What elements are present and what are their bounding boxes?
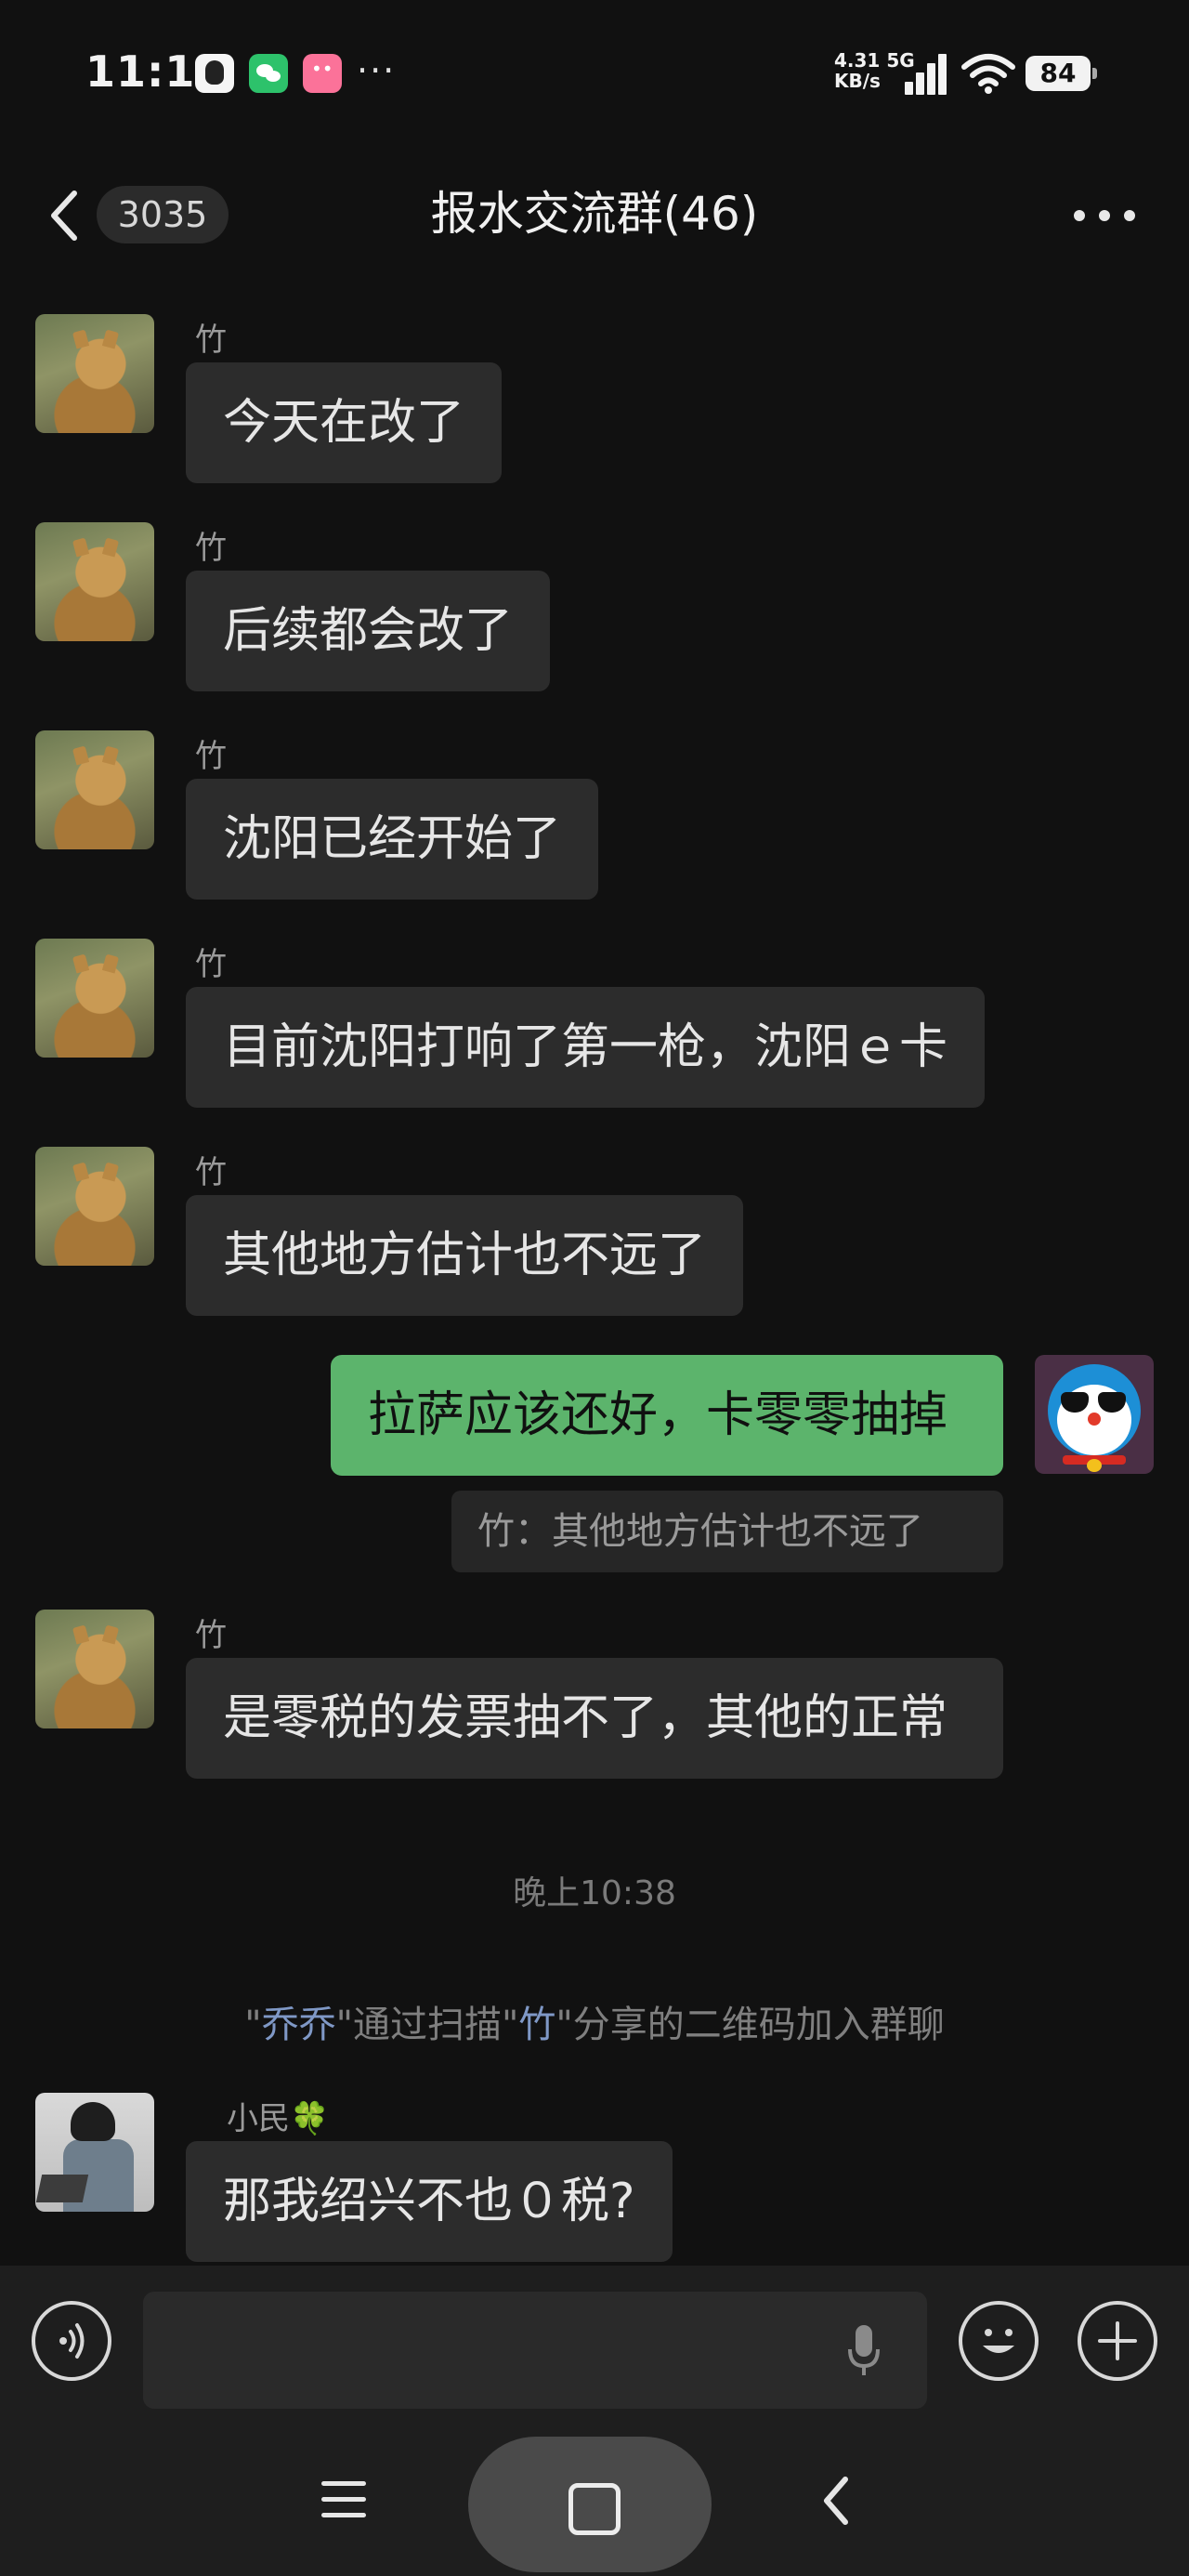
sender-avatar[interactable] xyxy=(35,2093,154,2212)
system-navigation-bar xyxy=(0,2418,1189,2576)
more-actions-button[interactable] xyxy=(1078,2301,1157,2381)
home-button[interactable] xyxy=(468,2437,712,2572)
message-bubble[interactable]: 其他地方估计也不远了 xyxy=(186,1195,744,1316)
emoji-button[interactable] xyxy=(959,2301,1039,2381)
voice-mode-button[interactable] xyxy=(32,2301,111,2381)
battery-indicator: 84 xyxy=(1026,56,1097,91)
joined-user-link[interactable]: 乔乔 xyxy=(262,2004,336,2046)
back-arrow-icon[interactable] xyxy=(45,188,82,243)
message-bubble[interactable]: 今天在改了 xyxy=(186,362,503,483)
sender-avatar[interactable] xyxy=(35,314,154,433)
wifi-icon xyxy=(961,54,1015,94)
chat-title: 报水交流群(46) xyxy=(430,187,759,241)
sender-avatar[interactable] xyxy=(35,730,154,849)
input-bar xyxy=(0,2266,1189,2418)
sharer-user-link[interactable]: 竹 xyxy=(518,2004,555,2046)
sender-name: 竹 xyxy=(195,530,227,567)
own-avatar[interactable] xyxy=(1035,1355,1154,1474)
more-notifications-icon: ··· xyxy=(357,50,397,91)
more-options-icon[interactable] xyxy=(1074,210,1135,223)
notice-text: "通过扫描" xyxy=(335,2004,519,2046)
notice-quote: " xyxy=(244,2004,262,2046)
cellular-signal-icon xyxy=(903,54,949,95)
sender-name: 竹 xyxy=(195,1154,227,1191)
message-bubble[interactable]: 那我绍兴不也０税? xyxy=(186,2141,673,2262)
chat-header: 3035 报水交流群(46) xyxy=(0,158,1189,269)
wechat-notification-icon xyxy=(249,54,288,93)
message-bubble[interactable]: 拉萨应该还好，卡零零抽掉 xyxy=(331,1355,1003,1476)
network-speed-unit: KB/s xyxy=(834,70,881,92)
sender-name: 小民🍀 xyxy=(227,2100,330,2137)
quoted-reply[interactable]: 竹：其他地方估计也不远了 xyxy=(451,1491,1003,1572)
sender-avatar[interactable] xyxy=(35,1147,154,1266)
plus-icon xyxy=(1098,2321,1137,2360)
sender-name: 竹 xyxy=(195,738,227,775)
status-bar: 11:11 ··· 4.31 5G KB/s 84 xyxy=(0,0,1189,139)
message-bubble[interactable]: 是零税的发票抽不了，其他的正常 xyxy=(186,1658,1003,1779)
system-notice: "乔乔"通过扫描"竹"分享的二维码加入群聊 xyxy=(0,1994,1189,2048)
message-bubble[interactable]: 沈阳已经开始了 xyxy=(186,779,599,900)
microphone-icon[interactable] xyxy=(847,2323,881,2377)
smiley-icon xyxy=(983,2329,1014,2353)
message-bubble[interactable]: 目前沈阳打响了第一枪，沈阳ｅ卡 xyxy=(186,987,986,1108)
bilibili-notification-icon xyxy=(303,54,342,93)
sender-name: 竹 xyxy=(195,322,227,359)
sender-name: 竹 xyxy=(195,946,227,983)
message-timestamp: 晚上10:38 xyxy=(513,1874,676,1912)
sender-avatar[interactable] xyxy=(35,939,154,1058)
notice-text-tail: "分享的二维码加入群聊 xyxy=(555,2004,945,2046)
message-input[interactable] xyxy=(143,2292,927,2409)
voice-wave-icon xyxy=(59,2323,85,2359)
qq-notification-icon xyxy=(195,54,234,93)
sender-avatar[interactable] xyxy=(35,1610,154,1728)
unread-count-badge[interactable]: 3035 xyxy=(97,186,229,243)
network-speed-value: 4.31 xyxy=(834,49,881,72)
sender-name: 竹 xyxy=(195,1617,227,1654)
sender-avatar[interactable] xyxy=(35,522,154,641)
recent-apps-icon[interactable] xyxy=(321,2481,366,2518)
message-bubble[interactable]: 后续都会改了 xyxy=(186,571,551,691)
system-back-icon[interactable] xyxy=(817,2474,855,2528)
